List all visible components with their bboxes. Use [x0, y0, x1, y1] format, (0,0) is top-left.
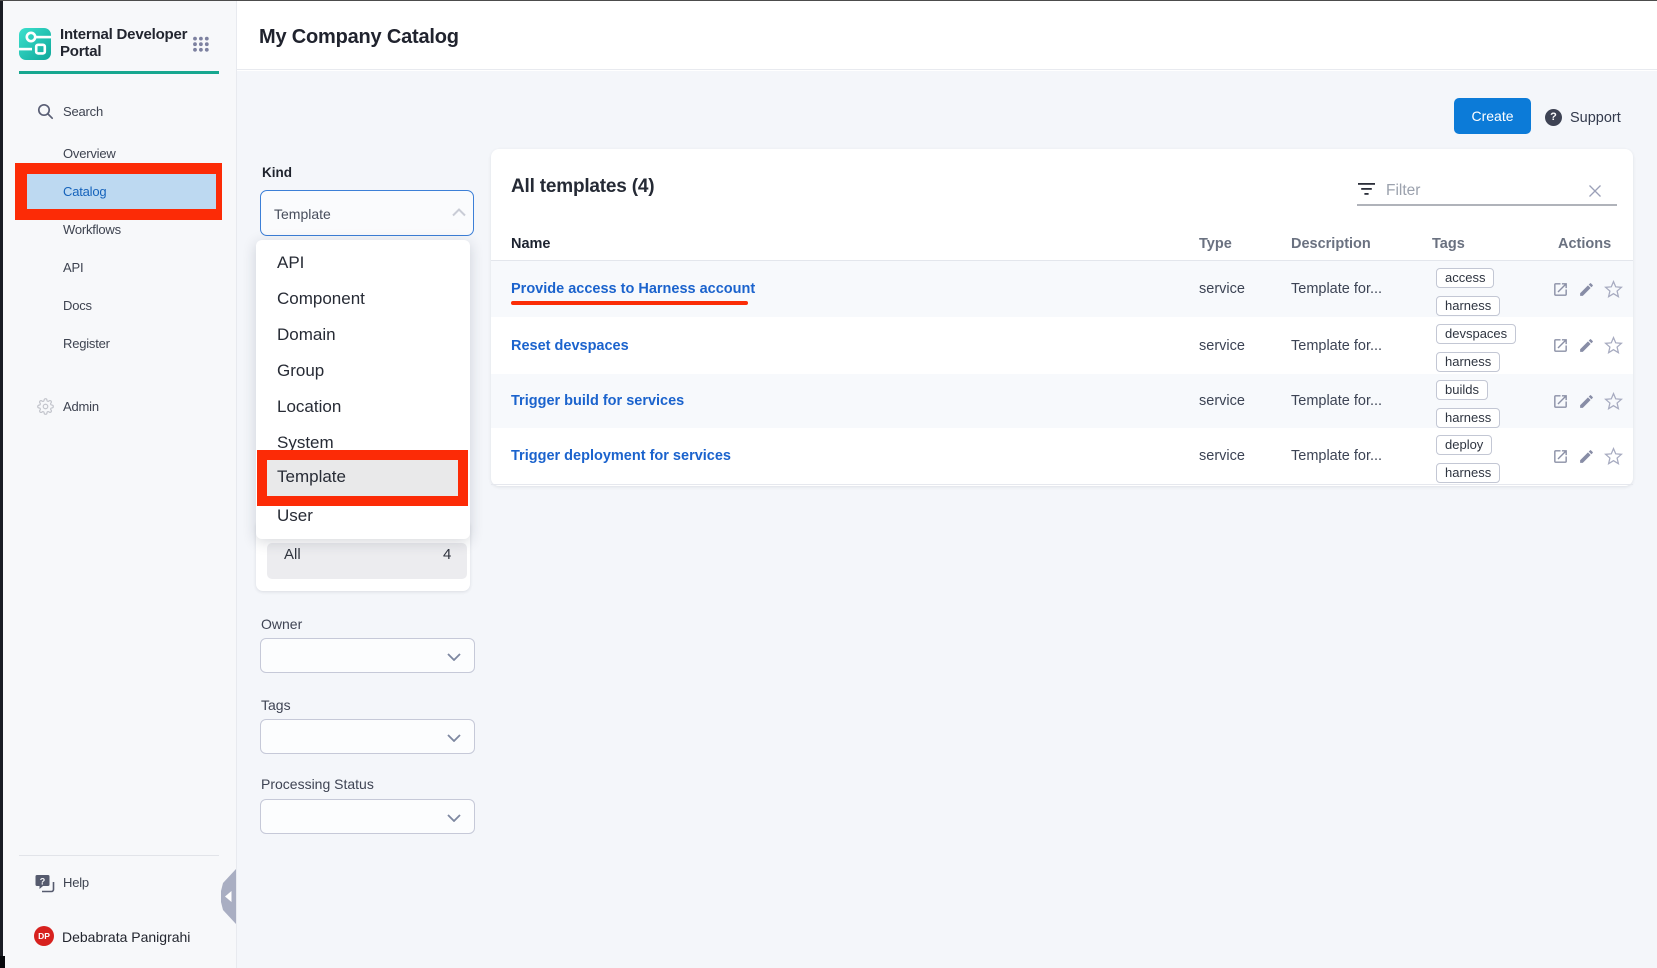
- svg-text:?: ?: [40, 876, 46, 886]
